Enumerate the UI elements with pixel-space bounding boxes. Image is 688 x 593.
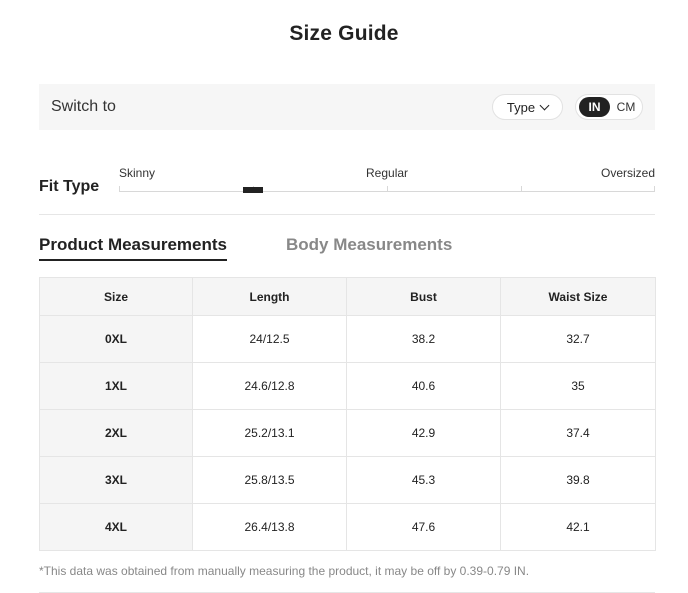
bust-cell: 45.3 — [346, 456, 501, 504]
size-cell: 3XL — [39, 456, 193, 504]
table-row: 2XL 25.2/13.1 42.9 37.4 — [39, 409, 656, 457]
length-cell: 24.6/12.8 — [192, 362, 347, 410]
fit-oversized-label: Oversized — [601, 166, 656, 180]
fit-type-label: Fit Type — [39, 178, 100, 195]
size-table: Size Length Bust Waist Size 0XL 24/12.5 … — [39, 277, 656, 551]
table-row: 0XL 24/12.5 38.2 32.7 — [39, 315, 656, 363]
table-row: 4XL 26.4/13.8 47.6 42.1 — [39, 503, 656, 551]
chevron-down-icon — [539, 100, 550, 110]
header-length: Length — [192, 277, 347, 316]
size-cell: 1XL — [39, 362, 193, 410]
bust-cell: 42.9 — [346, 409, 501, 457]
bust-cell: 40.6 — [346, 362, 501, 410]
size-cell: 4XL — [39, 503, 193, 551]
fit-indicator — [242, 187, 263, 193]
size-cell: 0XL — [39, 315, 193, 363]
fit-tick — [119, 186, 120, 192]
waist-cell: 35 — [500, 362, 656, 410]
size-cell: 2XL — [39, 409, 193, 457]
page-title: Size Guide — [289, 22, 399, 45]
waist-cell: 42.1 — [500, 503, 656, 551]
length-cell: 25.2/13.1 — [192, 409, 347, 457]
waist-cell: 37.4 — [500, 409, 656, 457]
type-dropdown-button[interactable]: Type — [492, 94, 563, 120]
length-cell: 26.4/13.8 — [192, 503, 347, 551]
measurement-note: *This data was obtained from manually me… — [39, 564, 530, 578]
table-row: 1XL 24.6/12.8 40.6 35 — [39, 362, 656, 410]
fit-skinny-label: Skinny — [119, 166, 156, 180]
tab-body-measurements[interactable]: Body Measurements — [286, 235, 452, 255]
length-cell: 25.8/13.5 — [192, 456, 347, 504]
fit-tick — [387, 186, 388, 192]
waist-cell: 32.7 — [500, 315, 656, 363]
unit-toggle[interactable]: IN CM — [575, 94, 643, 120]
type-label: Type — [506, 99, 536, 115]
table-row: 3XL 25.8/13.5 45.3 39.8 — [39, 456, 656, 504]
fit-tick — [654, 186, 655, 192]
waist-cell: 39.8 — [500, 456, 656, 504]
bust-cell: 38.2 — [346, 315, 501, 363]
tab-product-measurements[interactable]: Product Measurements — [39, 235, 227, 261]
table-header-row: Size Length Bust Waist Size — [39, 277, 656, 316]
unit-in-option[interactable]: IN — [579, 97, 610, 117]
divider — [39, 214, 655, 215]
switch-to-label: Switch to — [51, 98, 116, 115]
fit-regular-label: Regular — [366, 166, 409, 180]
length-cell: 24/12.5 — [192, 315, 347, 363]
header-size: Size — [39, 277, 193, 316]
unit-switch-bar: Switch to Type IN CM — [39, 84, 655, 130]
header-bust: Bust — [346, 277, 501, 316]
header-waist-size: Waist Size — [500, 277, 656, 316]
unit-cm-option[interactable]: CM — [612, 97, 640, 117]
fit-tick — [521, 186, 522, 192]
bust-cell: 47.6 — [346, 503, 501, 551]
